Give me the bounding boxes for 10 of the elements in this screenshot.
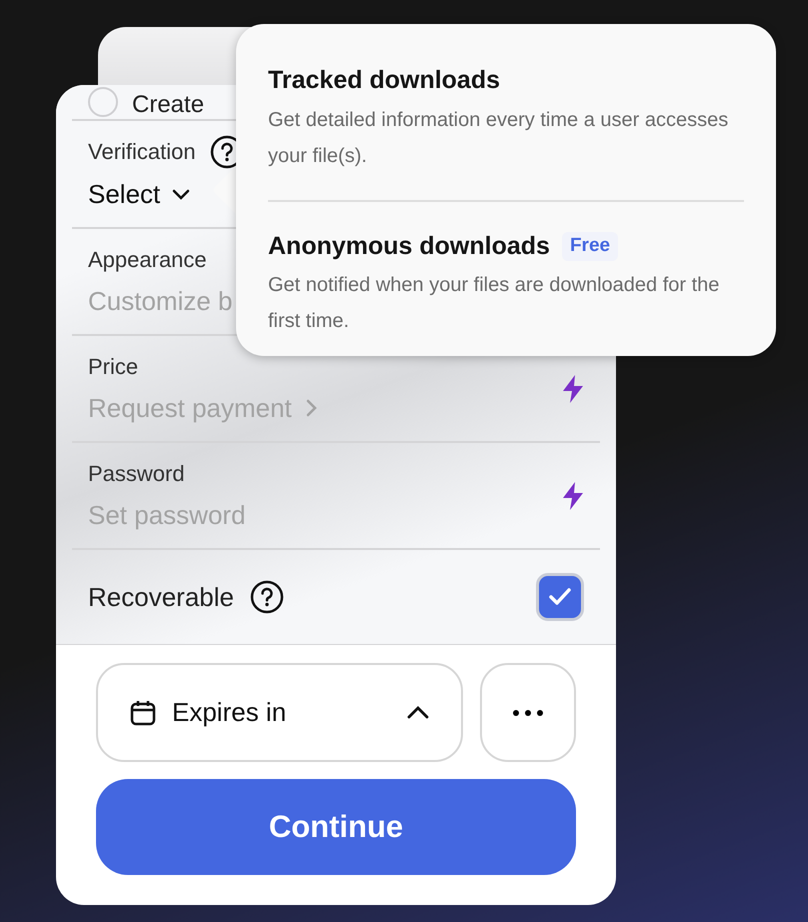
option-description: Get notified when your files are downloaded for the first time. — [268, 273, 720, 334]
field-label: Appearance — [88, 246, 207, 274]
field-label: Password — [88, 460, 185, 488]
checkbox-label: Recoverable — [88, 580, 234, 614]
option-description: Get detailed information every time a user accesses your file(s). — [268, 108, 730, 168]
expires-label: Expires in — [172, 696, 288, 729]
field-label: Price — [88, 352, 138, 380]
field-label: Verification — [88, 138, 196, 166]
option-label: Create — [132, 93, 204, 117]
free-badge: Free — [562, 232, 618, 260]
